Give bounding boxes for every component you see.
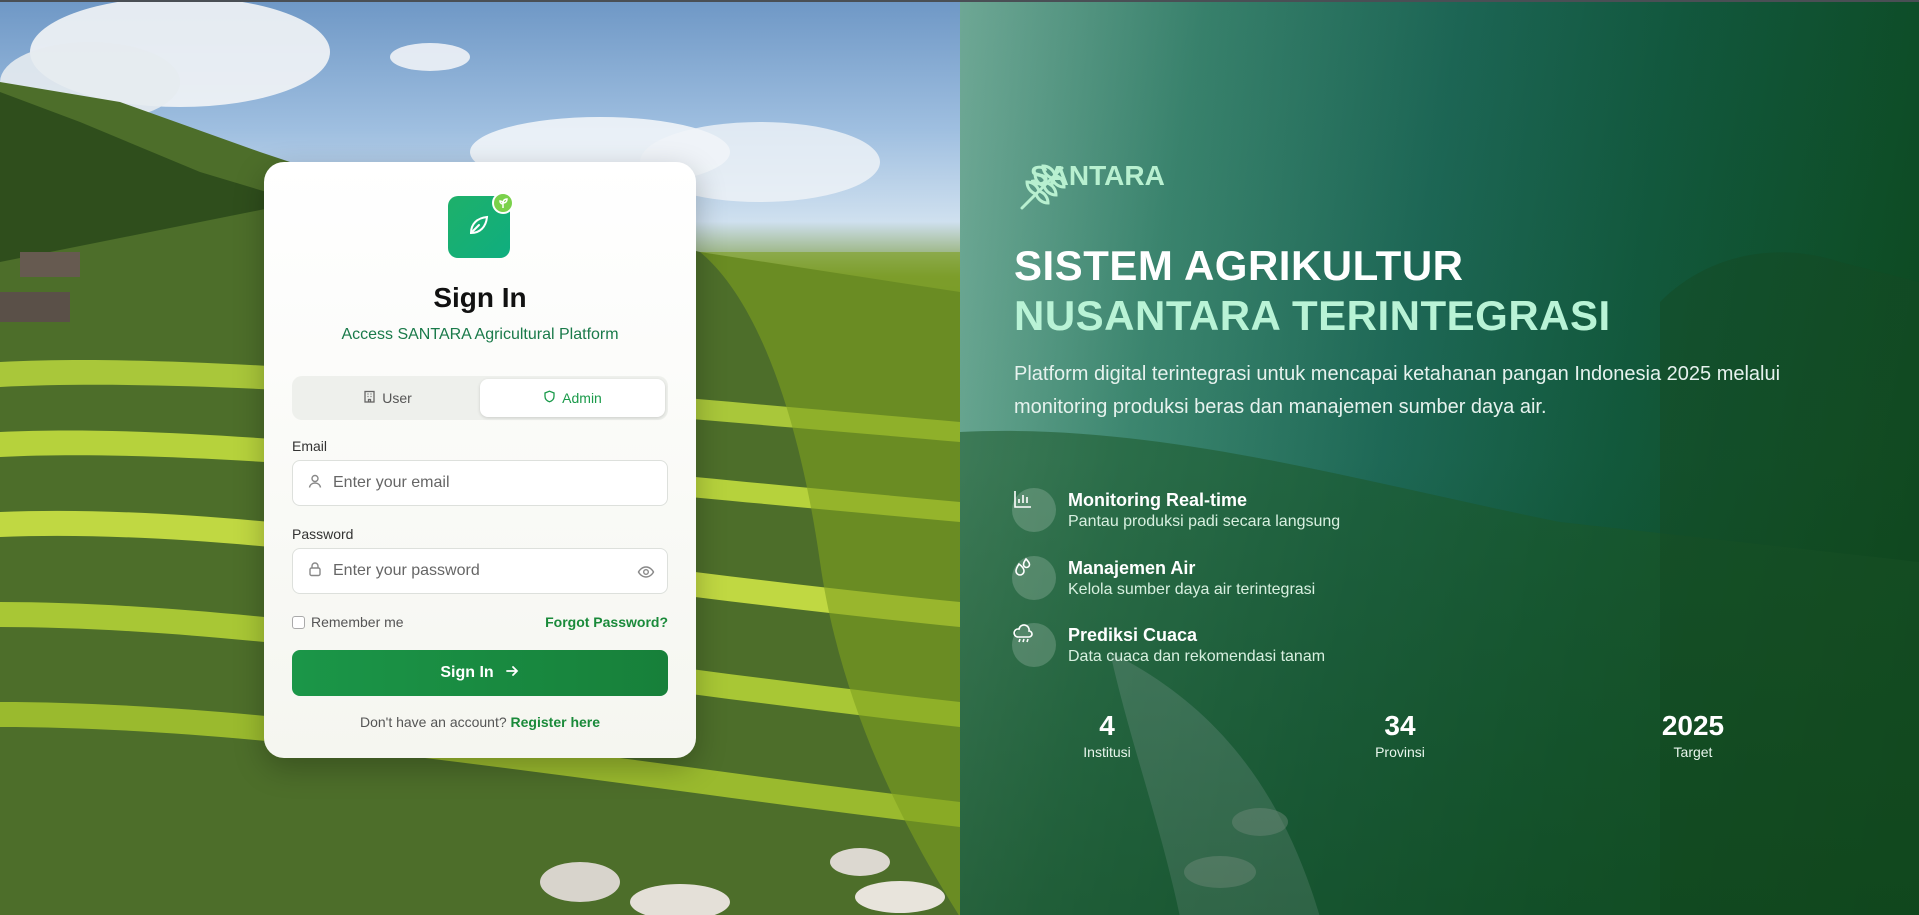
forgot-password-link[interactable]: Forgot Password? xyxy=(545,614,668,630)
register-text: Don't have an account? xyxy=(359,714,507,730)
register-link[interactable]: Register here xyxy=(511,714,600,730)
remember-label: Remember me xyxy=(311,614,404,630)
stat-label: Target xyxy=(1673,744,1713,760)
role-tabs: User Admin xyxy=(292,376,668,420)
stat-target: 2025 Target xyxy=(1633,710,1753,760)
tab-label: User xyxy=(382,390,412,406)
shield-icon xyxy=(543,390,556,406)
brand: SANTARA xyxy=(1016,160,1165,210)
stat-value: 2025 xyxy=(1661,710,1725,741)
hero-description: Platform digital terintegrasi untuk menc… xyxy=(1014,363,1781,418)
headline-line-1: SISTEM AGRIKULTUR xyxy=(1014,242,1464,289)
feature-title: Monitoring Real-time xyxy=(1068,489,1247,510)
building-icon xyxy=(363,390,376,406)
signin-label: Sign In xyxy=(440,664,494,681)
droplets-icon xyxy=(1012,556,1056,600)
email-field-wrap xyxy=(292,460,668,506)
signin-title: Sign In xyxy=(433,282,527,313)
headline-line-2: NUSANTARA TERINTEGRASI xyxy=(1014,292,1611,339)
cloud-rain-icon xyxy=(1012,623,1056,667)
feature-subtitle: Data cuaca dan rekomendasi tanam xyxy=(1068,647,1326,665)
feature-title: Prediksi Cuaca xyxy=(1068,624,1198,645)
stat-institusi: 4 Institusi xyxy=(1047,710,1167,760)
password-field-wrap xyxy=(292,548,668,594)
leaf-icon xyxy=(466,212,492,243)
feature-water: Manajemen Air Kelola sumber daya air ter… xyxy=(1012,556,1315,600)
stat-value: 34 xyxy=(1384,710,1416,741)
feature-subtitle: Kelola sumber daya air terintegrasi xyxy=(1068,580,1316,598)
bar-chart-icon xyxy=(1012,488,1056,532)
remember-checkbox[interactable] xyxy=(292,615,305,629)
signin-button[interactable]: Sign In xyxy=(292,650,668,696)
stat-label: Institusi xyxy=(1083,744,1131,760)
sprout-icon xyxy=(492,192,514,214)
remember-me[interactable]: Remember me xyxy=(292,614,404,630)
lock-icon xyxy=(307,561,323,582)
hero-overlay xyxy=(960,2,1919,915)
feature-monitoring: Monitoring Real-time Pantau produksi pad… xyxy=(1012,488,1340,532)
eye-icon[interactable] xyxy=(637,563,655,586)
stat-provinsi: 34 Provinsi xyxy=(1340,710,1460,760)
tab-user[interactable]: User xyxy=(295,379,480,417)
page: SANTARA SISTEM AGRIKULTUR NUSANTARA TERI… xyxy=(0,0,1919,915)
password-label: Password xyxy=(292,526,354,542)
feature-subtitle: Pantau produksi padi secara langsung xyxy=(1068,512,1341,530)
email-label: Email xyxy=(292,438,328,454)
arrow-right-icon xyxy=(504,663,520,684)
password-input[interactable] xyxy=(333,562,613,580)
feature-weather: Prediksi Cuaca Data cuaca dan rekomendas… xyxy=(1012,623,1325,667)
user-icon xyxy=(307,473,323,494)
email-input[interactable] xyxy=(333,474,613,492)
hero-panel: SANTARA SISTEM AGRIKULTUR NUSANTARA TERI… xyxy=(960,2,1919,915)
stat-label: Provinsi xyxy=(1375,744,1425,760)
tab-label: Admin xyxy=(562,390,602,406)
tab-admin[interactable]: Admin xyxy=(480,379,665,417)
signin-subtitle: Access SANTARA Agricultural Platform xyxy=(341,326,619,343)
signin-card: Sign In Access SANTARA Agricultural Plat… xyxy=(264,162,696,758)
register-prompt: Don't have an account? Register here xyxy=(264,714,696,730)
feature-title: Manajemen Air xyxy=(1068,557,1196,578)
stat-value: 4 xyxy=(1099,710,1115,741)
